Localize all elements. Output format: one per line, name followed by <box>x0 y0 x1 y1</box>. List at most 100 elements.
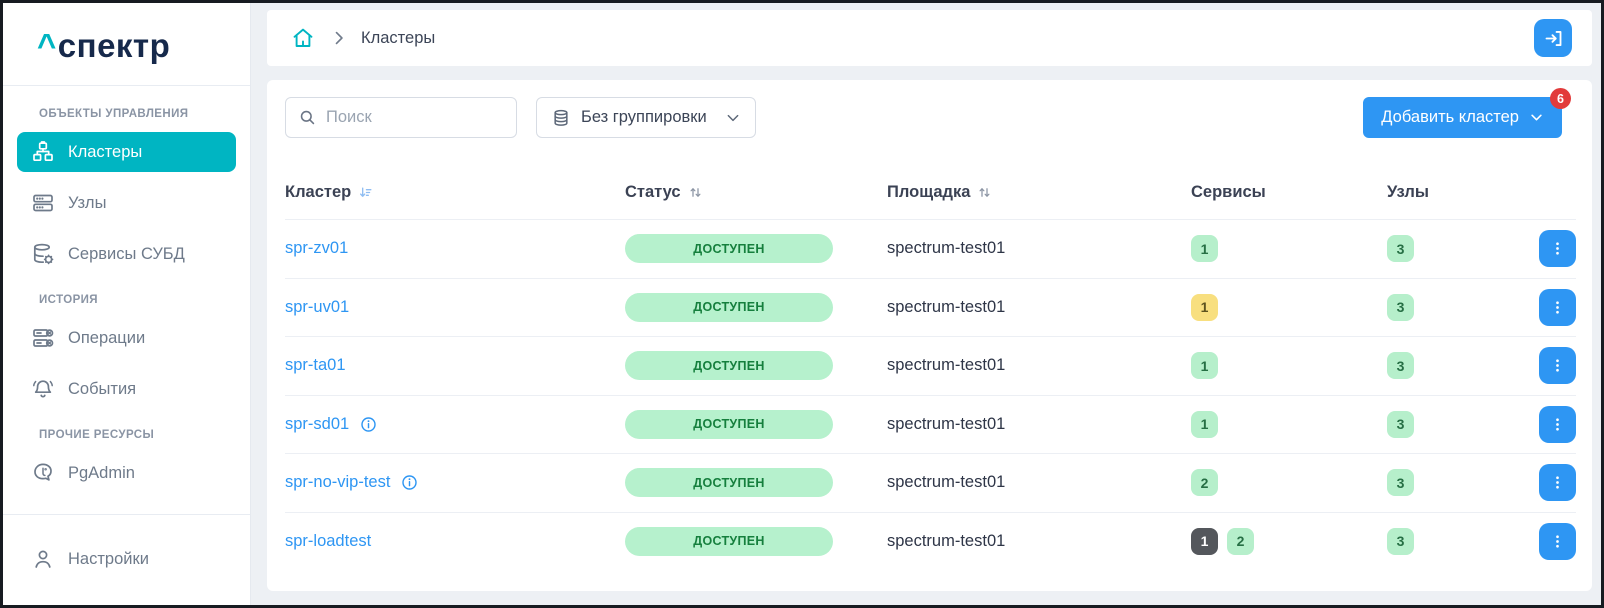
sidebar-footer: Настройки <box>3 514 250 605</box>
toolbar: Без группировки Добавить кластер 6 <box>285 88 1576 138</box>
services-cell: 1 <box>1191 410 1387 438</box>
search-input[interactable] <box>326 108 504 127</box>
services-cell: 1 <box>1191 352 1387 380</box>
add-cluster-button[interactable]: Добавить кластер <box>1363 97 1562 138</box>
node-count-chip: 3 <box>1387 469 1414 497</box>
main-area: Кластеры Без группировки <box>251 3 1601 605</box>
sidebar-item-pgadmin[interactable]: PgAdmin <box>17 453 236 493</box>
services-cell: 2 <box>1191 469 1387 497</box>
row-actions-button[interactable] <box>1539 347 1576 385</box>
row-actions-button[interactable] <box>1539 522 1576 560</box>
table-row: spr-ta01 ДОСТУПЕН spectrum-test01 1 3 <box>285 336 1576 395</box>
column-header-site[interactable]: Площадка <box>887 183 1191 202</box>
sidebar-section-label: ПРОЧИЕ РЕСУРСЫ <box>39 429 155 441</box>
nodes-cell: 3 <box>1387 469 1524 497</box>
cluster-link[interactable]: spr-zv01 <box>285 239 348 258</box>
nodes-cell: 3 <box>1387 410 1524 438</box>
sidebar-section-label: ИСТОРИЯ <box>39 294 98 306</box>
services-cell: 1 <box>1191 293 1387 321</box>
logout-button[interactable] <box>1534 19 1572 57</box>
home-icon[interactable] <box>291 26 315 50</box>
sidebar-item-label: Операции <box>68 328 146 347</box>
nodes-cell: 3 <box>1387 527 1524 555</box>
table-row: spr-loadtest ДОСТУПЕН spectrum-test01 1 2 3 <box>285 511 1576 571</box>
app-window: ^спектр ОБЪЕКТЫ УПРАВЛЕНИЯ Кластеры Узлы Се… <box>0 0 1604 608</box>
service-count-chip: 1 <box>1191 527 1218 555</box>
node-count-chip: 3 <box>1387 293 1414 321</box>
nodes-cell: 3 <box>1387 235 1524 263</box>
cluster-link[interactable]: spr-sd01 <box>285 415 349 434</box>
table-row: spr-no-vip-test ДОСТУПЕН spectrum-test01 2 3 <box>285 453 1576 512</box>
database-gear-icon <box>31 242 55 266</box>
service-count-chip: 1 <box>1191 235 1218 263</box>
notification-badge: 6 <box>1550 88 1571 109</box>
breadcrumb: Кластеры <box>267 10 1592 66</box>
sort-both-icon <box>977 185 992 200</box>
grouping-icon <box>551 108 571 128</box>
logo-caret: ^ <box>37 27 57 64</box>
sort-asc-icon <box>358 185 373 200</box>
cluster-link[interactable]: spr-ta01 <box>285 356 346 375</box>
table-header: Кластер Статус Площадка Сервисы Узлы <box>285 165 1576 219</box>
sidebar-item-clusters[interactable]: Кластеры <box>17 132 236 172</box>
table-row: spr-sd01 ДОСТУПЕН spectrum-test01 1 3 <box>285 394 1576 454</box>
status-badge: ДОСТУПЕН <box>625 468 833 498</box>
site-cell: spectrum-test01 <box>887 356 1006 375</box>
add-cluster-wrap: Добавить кластер 6 <box>1363 88 1571 138</box>
logo-text: спектр <box>57 27 171 64</box>
sidebar-item-nodes[interactable]: Узлы <box>17 183 236 223</box>
table-row: spr-zv01 ДОСТУПЕН spectrum-test01 1 3 <box>285 219 1576 278</box>
site-cell: spectrum-test01 <box>887 414 1006 433</box>
status-badge: ДОСТУПЕН <box>625 409 833 439</box>
breadcrumb-current: Кластеры <box>361 28 436 47</box>
cluster-link[interactable]: spr-uv01 <box>285 298 349 317</box>
search-icon <box>300 110 315 125</box>
info-icon[interactable] <box>359 415 378 434</box>
service-count-chip: 2 <box>1227 527 1254 555</box>
sidebar-item-operations[interactable]: Операции <box>17 318 236 358</box>
row-actions-button[interactable] <box>1539 230 1576 268</box>
service-count-chip: 1 <box>1191 352 1218 380</box>
chevron-right-icon <box>329 28 349 48</box>
sidebar-item-label: Узлы <box>68 193 107 212</box>
column-label: Статус <box>625 182 681 201</box>
info-icon[interactable] <box>400 473 419 492</box>
grouping-select[interactable]: Без группировки <box>536 97 756 138</box>
sidebar-item-label: PgAdmin <box>68 463 135 482</box>
sidebar-item-label: Кластеры <box>68 142 143 161</box>
node-count-chip: 3 <box>1387 527 1414 555</box>
server-icon <box>31 191 55 215</box>
cluster-link[interactable]: spr-no-vip-test <box>285 473 390 492</box>
site-cell: spectrum-test01 <box>887 297 1006 316</box>
row-actions-button[interactable] <box>1539 464 1576 502</box>
cluster-link[interactable]: spr-loadtest <box>285 532 371 551</box>
row-actions-button[interactable] <box>1539 405 1576 443</box>
column-header-status[interactable]: Статус <box>625 183 887 202</box>
sidebar-item-events[interactable]: События <box>17 369 236 409</box>
sidebar-item-db-services[interactable]: Сервисы СУБД <box>17 234 236 274</box>
row-actions-button[interactable] <box>1539 288 1576 326</box>
table-body: spr-zv01 ДОСТУПЕН spectrum-test01 1 3 spr-uv0… <box>285 219 1576 570</box>
sidebar-item-label: Настройки <box>68 549 149 568</box>
clusters-table: Кластер Статус Площадка Сервисы Узлы spr-zv0… <box>285 165 1576 570</box>
user-icon <box>31 547 55 571</box>
status-badge: ДОСТУПЕН <box>625 292 833 322</box>
column-header-nodes: Узлы <box>1387 183 1524 202</box>
column-label: Узлы <box>1387 182 1429 201</box>
add-cluster-label: Добавить кластер <box>1381 108 1519 126</box>
node-count-chip: 3 <box>1387 235 1414 263</box>
sidebar-item-settings[interactable]: Настройки <box>17 539 236 579</box>
status-badge: ДОСТУПЕН <box>625 234 833 264</box>
sidebar: ^спектр ОБЪЕКТЫ УПРАВЛЕНИЯ Кластеры Узлы Се… <box>3 3 251 605</box>
status-badge: ДОСТУПЕН <box>625 351 833 381</box>
services-cell: 1 <box>1191 235 1387 263</box>
status-badge: ДОСТУПЕН <box>625 526 833 556</box>
operations-icon <box>31 326 55 350</box>
sort-both-icon <box>688 185 703 200</box>
column-header-cluster[interactable]: Кластер <box>285 183 625 202</box>
site-cell: spectrum-test01 <box>887 473 1006 492</box>
pgadmin-elephant-icon <box>31 461 55 485</box>
sidebar-nav: ОБЪЕКТЫ УПРАВЛЕНИЯ Кластеры Узлы Сервисы СУ… <box>3 86 250 504</box>
chevron-down-icon <box>1529 110 1544 125</box>
sidebar-section-label: ОБЪЕКТЫ УПРАВЛЕНИЯ <box>39 108 189 120</box>
